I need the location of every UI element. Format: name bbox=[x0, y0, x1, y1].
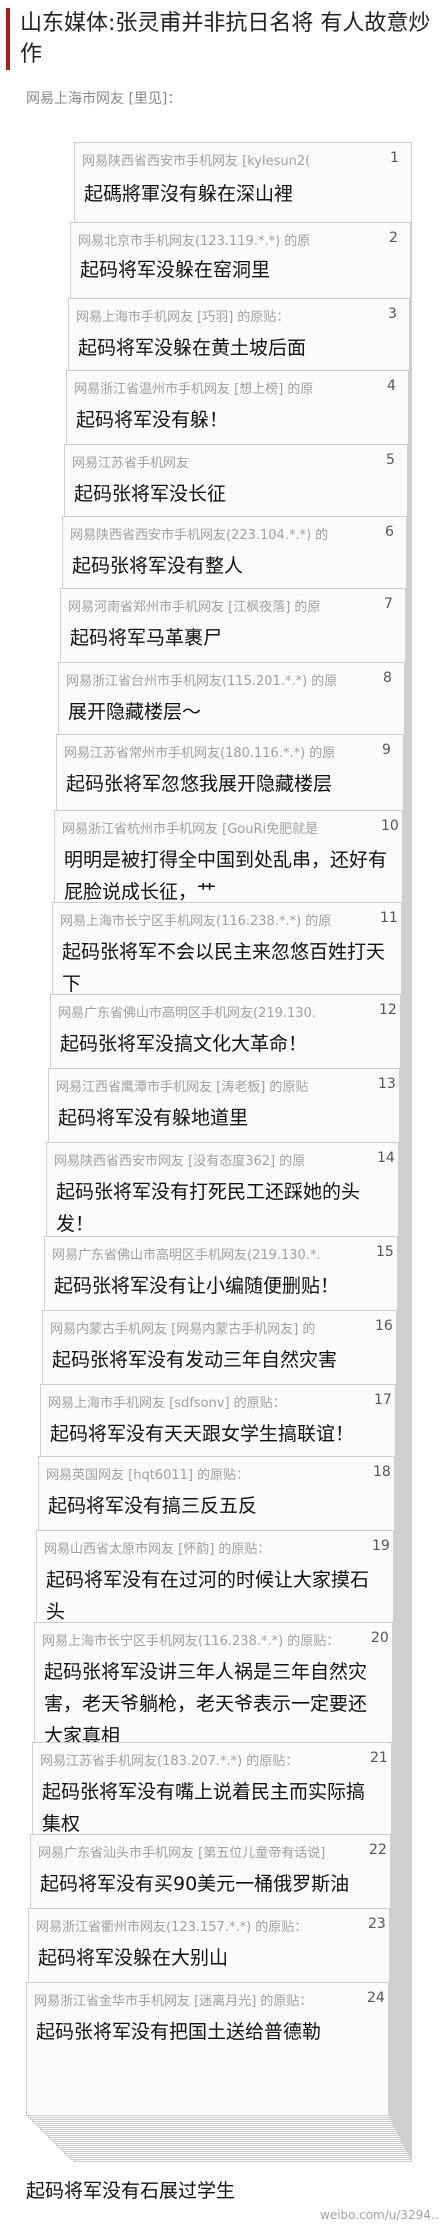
final-comment-text: 起码将军没有石展过学生 bbox=[26, 2180, 236, 2202]
floor-number: 14 bbox=[377, 1150, 395, 1166]
floor-number: 9 bbox=[382, 742, 391, 758]
comment-body: 明明是被打得全中国到处乱串，还好有屁脸说成长征，艹 bbox=[64, 849, 388, 903]
floor-number: 20 bbox=[371, 1630, 389, 1646]
floor-number: 22 bbox=[369, 1842, 387, 1858]
comment-source-header: 网易英国网友 [hqt6011] 的原贴： bbox=[46, 1468, 250, 1483]
weibo-watermark: weibo.com/u/3294...1 bbox=[320, 2208, 440, 2222]
floor-number: 18 bbox=[373, 1464, 391, 1480]
comment-source-header: 网易陕西省西安市手机网友(223.104.*.*) 的 bbox=[70, 528, 329, 543]
comment-body: 起码将军马革裹尸 bbox=[70, 627, 223, 649]
comment-source-header: 网易江苏省手机网友(183.207.*.*) 的原贴： bbox=[40, 1754, 299, 1769]
comment-source-header: 网易浙江省杭州市手机网友 [GouRi免肥就是 bbox=[62, 822, 319, 837]
comment-source-header: 网易北京市手机网友(123.119.*.*) 的原 bbox=[78, 234, 311, 249]
comment-body: 起码张将军没讲三年人祸是三年自然灾害，老天爷躺枪，老天爷表示一定要还大家真相 bbox=[44, 1661, 368, 1747]
article-title: 山东媒体:张灵甫并非抗日名将 有人故意炒作 bbox=[6, 8, 440, 70]
comment-source-header: 网易浙江省温州市手机网友 [想上榜] 的原 bbox=[74, 382, 314, 397]
floor-number: 23 bbox=[368, 1916, 386, 1932]
floor-number: 19 bbox=[372, 1538, 390, 1554]
comment-source-header: 网易浙江省台州市手机网友(115.201.*.*) 的原 bbox=[66, 674, 338, 689]
comment-body: 起码张将军忽悠我展开隐藏楼层 bbox=[66, 773, 333, 795]
comment-body: 起码将军没有在过河的时候让大家摸石头 bbox=[46, 1569, 370, 1623]
comment-source-header: 网易浙江省衢州市网友(123.157.*.*) 的原贴： bbox=[36, 1920, 308, 1935]
comment-body: 起码张将军没长征 bbox=[74, 483, 227, 505]
floor-number: 8 bbox=[383, 670, 392, 686]
floor-number: 1 bbox=[390, 150, 399, 166]
comment-body: 起码将军没有买90美元一桶俄罗斯油 bbox=[40, 1873, 350, 1895]
comment-body: 起码将军没有天天跟女学生搞联谊！ bbox=[50, 1423, 355, 1445]
comment-source-header: 网易河南省郑州市手机网友 [江枫夜落] 的原 bbox=[68, 600, 321, 615]
floor-number: 11 bbox=[380, 910, 398, 926]
comment-body: 起码张将军没有把国土送给普德勒 bbox=[36, 2021, 322, 2043]
floor-number: 17 bbox=[374, 1392, 392, 1408]
comment-source-header: 网易陕西省西安市网友 [没有态度362] 的原 bbox=[54, 1154, 306, 1169]
floor-number: 4 bbox=[387, 378, 396, 394]
floor-number: 13 bbox=[378, 1076, 396, 1092]
comment-source-header: 网易广东省佛山市高明区手机网友(219.130. bbox=[58, 1006, 316, 1021]
floor-number: 12 bbox=[379, 1002, 397, 1018]
comment-body: 起码将军没有躲！ bbox=[76, 409, 229, 431]
comment-body: 起码将军没躲在窑洞里 bbox=[80, 259, 271, 281]
outer-source-label: 网易上海市网友 [里见]： bbox=[26, 91, 182, 107]
comment-source-header: 网易广东省汕头市手机网友 [第五位儿童帝有话说] bbox=[38, 1846, 326, 1861]
floor-number: 24 bbox=[367, 1990, 385, 2006]
floor-number: 5 bbox=[386, 452, 395, 468]
comment-source-header: 网易江西省鹰潭市手机网友 [涛老板] 的原贴 bbox=[56, 1080, 309, 1095]
comment-source-header: 网易上海市长宁区手机网友(116.238.*.*) 的原贴： bbox=[42, 1634, 340, 1649]
floor-number: 7 bbox=[384, 596, 393, 612]
comment-body: 起码将军没有躲地道里 bbox=[58, 1107, 249, 1129]
comment-source-header: 网易陕西省西安市手机网友 [kylesun2( bbox=[82, 154, 311, 169]
comment-source-header: 网易上海市手机网友 [巧羽] 的原贴： bbox=[76, 310, 290, 325]
comment-source-header: 网易上海市手机网友 [sdfsonv] 的原贴： bbox=[48, 1396, 286, 1411]
comment-body: 起码张将军没有打死民工还踩她的头发！ bbox=[56, 1181, 361, 1235]
comment-source-header: 网易上海市长宁区手机网友(116.238.*.*) 的原 bbox=[60, 914, 332, 929]
floor-number: 6 bbox=[385, 524, 394, 540]
comment-body: 起码张将军没有整人 bbox=[72, 555, 244, 577]
comment-source-header: 网易内蒙古手机网友 [网易内蒙古手机网友] 的 bbox=[50, 1322, 316, 1337]
floor-number: 2 bbox=[389, 230, 398, 246]
comment-source-header: 网易浙江省金华市手机网友 [迷离月光] 的原贴： bbox=[34, 1994, 313, 2009]
comment-body: 起码张将军没搞文化大革命！ bbox=[60, 1033, 308, 1055]
comment-body: 起碼將軍沒有躲在深山裡 bbox=[84, 183, 294, 205]
comment-body: 起码将军没躲在大别山 bbox=[38, 1947, 229, 1969]
floor-number: 21 bbox=[370, 1750, 388, 1766]
comment-source-header: 网易广东省佛山市高明区手机网友(219.130.*. bbox=[52, 1248, 321, 1263]
comment-body: 展开隐藏楼层〜 bbox=[68, 701, 202, 723]
floor-number: 15 bbox=[376, 1244, 394, 1260]
floor-number: 16 bbox=[375, 1318, 393, 1334]
comment-body: 起码张将军没有嘴上说着民主而实际搞集权 bbox=[42, 1781, 366, 1835]
comment-body: 起码将军没躲在黄土坡后面 bbox=[78, 337, 307, 359]
floor-number: 10 bbox=[381, 818, 399, 834]
comment-body: 起码将军没有搞三反五反 bbox=[48, 1495, 258, 1517]
comment-source-header: 网易山西省太原市网友 [怀韵] 的原贴： bbox=[44, 1542, 271, 1557]
comment-body: 起码张将军不会以民主来忽悠百姓打天下 bbox=[62, 941, 386, 995]
comment-body: 起码张将军没有让小编随便删贴！ bbox=[54, 1275, 340, 1297]
floor-number: 3 bbox=[388, 306, 397, 322]
comment-source-header: 网易江苏省常州市手机网友(180.116.*.*) 的原 bbox=[64, 746, 336, 761]
comment-body: 起码张将军没有发动三年自然灾害 bbox=[52, 1349, 338, 1371]
comment-source-header: 网易江苏省手机网友 bbox=[72, 456, 190, 471]
